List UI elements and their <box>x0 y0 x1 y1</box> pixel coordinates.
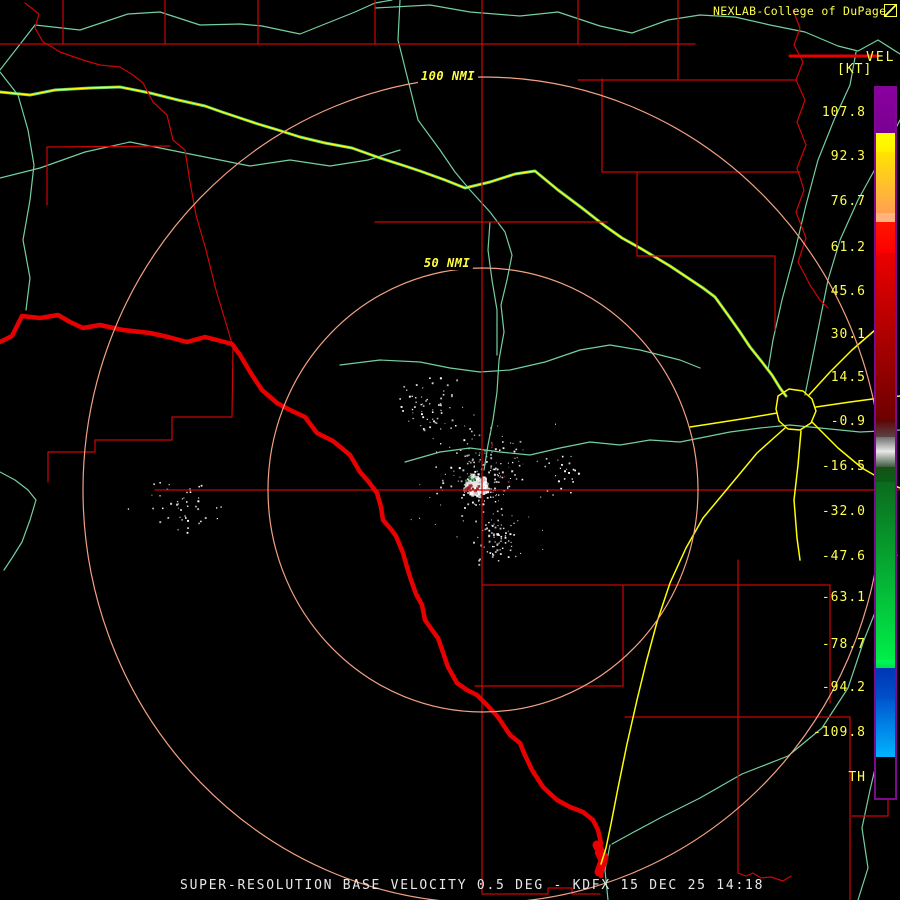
range-ring-label: 100 NMI <box>417 69 479 83</box>
colorbar-tick: TH <box>848 770 866 785</box>
colorbar-tick: 45.6 <box>830 284 866 299</box>
brand-text: NEXLAB-College of DuPage <box>713 4 887 18</box>
river-line <box>0 471 37 571</box>
river-line <box>0 71 35 311</box>
colorbar-tick: -16.5 <box>821 459 866 474</box>
colorbar-tick: -47.6 <box>821 549 866 564</box>
colorbar-segment <box>876 668 895 700</box>
colorbar-tick: -109.8 <box>813 725 866 740</box>
colorbar-tick: -78.7 <box>821 637 866 652</box>
colorbar-tick: -63.1 <box>821 590 866 605</box>
colorbar-tick: -32.0 <box>821 504 866 519</box>
radar-map-canvas <box>0 0 900 900</box>
colorbar-segment <box>876 152 895 213</box>
river-line <box>0 0 393 71</box>
cod-logo-icon <box>884 4 897 17</box>
highway-line <box>793 430 802 561</box>
highway-under <box>0 85 788 398</box>
colorbar-segment <box>876 222 895 253</box>
rio-grande-border <box>0 312 606 879</box>
highway-line <box>600 427 786 865</box>
colorbar-segment <box>876 660 895 668</box>
velocity-colorbar <box>874 86 897 800</box>
river-line <box>487 221 498 356</box>
colorbar-segment <box>876 420 895 437</box>
colorbar-segment <box>876 213 895 222</box>
colorbar-tick: 92.3 <box>830 149 866 164</box>
product-title: SUPER-RESOLUTION BASE VELOCITY 0.5 DEG -… <box>180 878 765 893</box>
colorbar-segment <box>876 133 895 152</box>
colorbar-tick: 30.1 <box>830 327 866 342</box>
colorbar-segment <box>876 700 895 757</box>
river-line <box>767 51 857 371</box>
colorbar-tick: -94.2 <box>821 680 866 695</box>
colorbar-segment <box>876 437 895 452</box>
colorbar-tick: 14.5 <box>830 370 866 385</box>
colorbar-tick: 61.2 <box>830 240 866 255</box>
colorbar-segment <box>876 452 895 467</box>
highway-line <box>0 86 787 397</box>
colorbar-segment <box>876 482 895 660</box>
county-line <box>47 346 234 483</box>
colorbar-units: [KT] <box>837 62 873 77</box>
county-line <box>24 2 234 348</box>
colorbar-segment <box>876 757 895 798</box>
colorbar-segment <box>876 88 895 133</box>
radar-viewer: NEXLAB-College of DuPage VEL [KT] 107.8 9… <box>0 0 900 900</box>
colorbar-tick: -0.9 <box>830 414 866 429</box>
river-line <box>404 424 900 463</box>
range-ring-label: 50 NMI <box>420 256 474 270</box>
colorbar-tick: 107.8 <box>821 105 866 120</box>
colorbar-segment <box>876 467 895 482</box>
velocity-echoes <box>127 377 580 566</box>
river-line <box>339 344 701 373</box>
colorbar-segment <box>876 253 895 420</box>
colorbar-tick: 76.7 <box>830 194 866 209</box>
highway-line <box>689 412 778 428</box>
